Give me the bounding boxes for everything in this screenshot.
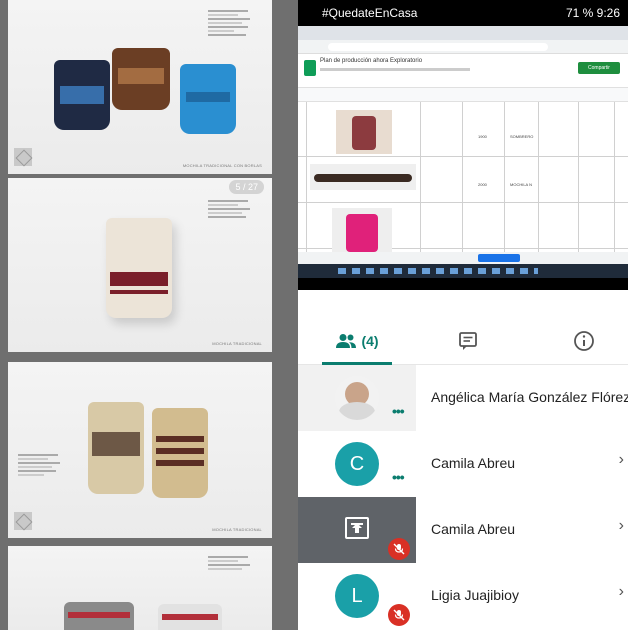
cell-value: 2000 [478,182,487,187]
participant-tile [298,497,416,563]
speaking-indicator-icon: ••• [392,403,405,419]
people-icon [336,334,357,348]
slide-spec-text [208,8,262,38]
sheet-tabs-bar [298,252,628,264]
os-taskbar [298,264,628,278]
phone-screen: #QuedateEnCasa 71 % 9:26 Plan de producc… [298,0,628,630]
slide-caption: MOCHILA TRADICIONAL [212,341,262,346]
status-hashtag: #QuedateEnCasa [322,6,418,20]
brand-logo [14,512,32,530]
chevron-right-icon[interactable]: › [619,517,624,535]
browser-tabs [298,26,628,40]
bag-image [112,48,170,110]
browser-url-bar [298,40,628,54]
product-photo [332,208,392,252]
product-photo [310,164,416,190]
bag-image [180,64,236,134]
call-tabs: (4) [298,317,628,365]
chevron-right-icon[interactable]: › [619,583,624,601]
bag-image [152,408,208,498]
participant-name: Camila Abreu [431,521,516,537]
status-battery-time: 71 % 9:26 [565,6,620,20]
speaking-indicator-icon: ••• [392,469,405,485]
participant-row[interactable]: C ••• Camila Abreu › [298,431,628,497]
present-screen-icon [345,517,369,539]
people-count: (4) [361,333,379,349]
slide-3[interactable]: MOCHILA TRADICIONAL [8,362,272,538]
chevron-right-icon[interactable]: › [619,451,624,469]
slide-caption: MOCHILA TRADICIONAL [212,527,262,532]
participant-tile: L [298,563,416,629]
slides-column: MOCHILA TRADICIONAL CON BORLAS 5 / 27 MO… [8,0,272,630]
tab-chat[interactable] [448,317,488,365]
cell-value: MOCHILA N [510,182,533,187]
info-icon [574,331,594,351]
sheets-icon [304,60,316,76]
status-bar: #QuedateEnCasa 71 % 9:26 [298,0,628,26]
participant-name: Ligia Juajibioy [431,587,519,603]
participant-tile: C ••• [298,431,416,497]
cell-value: SOMBRERO [510,134,534,139]
mic-off-icon [388,604,410,626]
slide-4[interactable] [8,546,272,630]
slide-2[interactable]: 5 / 27 MOCHILA TRADICIONAL [8,178,272,352]
chat-icon [459,332,477,350]
cell-value: 1900 [478,134,487,139]
participant-row[interactable]: L Ligia Juajibioy › [298,563,628,629]
avatar: L [335,574,379,618]
slide-spec-text [18,452,72,478]
bag-image [106,218,172,318]
slide-spec-text [208,554,262,572]
shared-screen[interactable]: Plan de producción ahora Exploratorio Co… [298,26,628,290]
tab-info[interactable] [564,317,604,365]
participant-row[interactable]: Camila Abreu › [298,497,628,563]
share-button: Compartir [578,62,620,74]
participant-name: Angélica María González Flórez... [431,389,628,405]
screen-bottom-band [298,278,628,290]
slide-1[interactable]: MOCHILA TRADICIONAL CON BORLAS [8,0,272,174]
bag-image [88,402,144,494]
brand-logo [14,148,32,166]
sheet-header: Plan de producción ahora Exploratorio Co… [298,54,628,88]
sheet-grid: 1900 SOMBRERO 2000 MOCHILA N [298,102,628,252]
participant-list: ••• Angélica María González Flórez... C … [298,365,628,630]
participant-row[interactable]: ••• Angélica María González Flórez... [298,365,628,431]
product-photo [336,110,392,154]
doc-title: Plan de producción ahora Exploratorio [320,58,423,64]
avatar [335,376,379,420]
participant-tile: ••• [298,365,416,431]
bag-image [64,602,134,630]
slide-spec-text [208,198,262,220]
tab-people[interactable]: (4) [322,317,392,365]
mic-off-icon [388,538,410,560]
slide-pager: 5 / 27 [229,180,264,194]
sheet-toolbar [298,88,628,102]
avatar: C [335,442,379,486]
slide-caption: MOCHILA TRADICIONAL CON BORLAS [182,163,262,168]
bag-image [54,60,110,130]
bag-image [158,604,222,630]
participant-name: Camila Abreu [431,455,516,471]
screen-root: MOCHILA TRADICIONAL CON BORLAS 5 / 27 MO… [0,0,628,630]
